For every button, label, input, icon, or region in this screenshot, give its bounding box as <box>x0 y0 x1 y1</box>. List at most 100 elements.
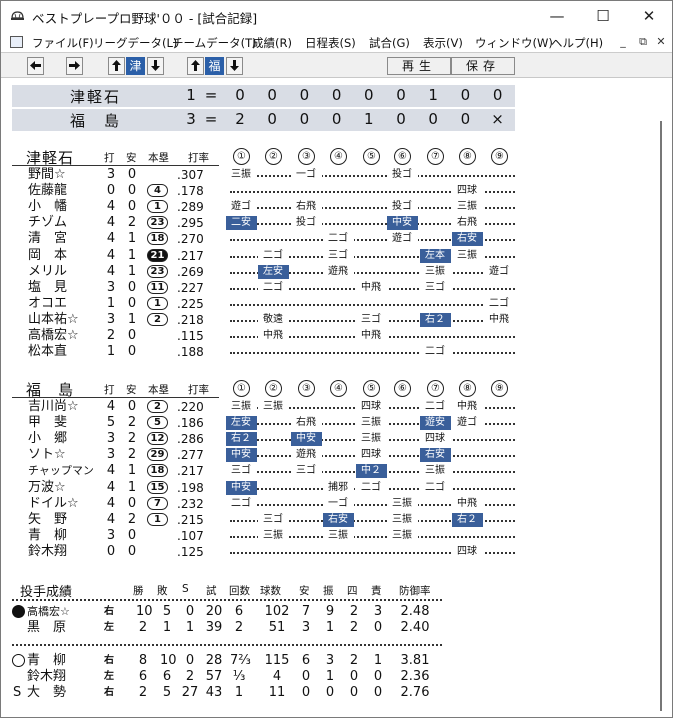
home-run-count: 2 <box>147 400 168 413</box>
home-up-button[interactable] <box>187 57 204 75</box>
menu-view[interactable]: 表示(V) <box>423 35 463 51</box>
away-up-button[interactable] <box>108 57 125 75</box>
player-name: 岡 本 <box>28 247 68 263</box>
home-run-count: 29 <box>147 448 168 462</box>
pitcher-row[interactable]: S大 勢右 2 5 27 43 1 11 0 0 0 0 2.76 <box>1 685 672 701</box>
scoreboard-inning-score: 0 <box>235 86 245 104</box>
menu-team-data[interactable]: チームデータ(T) <box>172 35 257 51</box>
pitcher-row[interactable]: 青 柳 右 8 10 0 28 7⅔ 115 6 3 2 1 3.81 <box>1 653 672 669</box>
save-button[interactable]: 保存 <box>451 57 515 75</box>
pitching-stat: 2 <box>138 685 148 700</box>
menu-schedule[interactable]: 日程表(S) <box>305 35 356 51</box>
at-bats: 4 <box>106 511 116 527</box>
inning-header: ⑧ <box>459 148 476 165</box>
at-bats: 0 <box>106 183 116 199</box>
at-bat-result: 三ゴ <box>419 280 451 295</box>
at-bat-result: 三振 <box>419 464 451 479</box>
menu-game[interactable]: 試合(G) <box>369 35 410 51</box>
away-down-button[interactable] <box>147 57 164 75</box>
close-button[interactable]: ✕ <box>626 1 672 32</box>
pitching-stat: 0 <box>185 604 195 619</box>
pitching-stat: 0 <box>301 669 311 684</box>
at-bats: 4 <box>106 263 116 279</box>
table-row[interactable]: 塩 見 3 0 11 .227 二ゴ 中飛 三ゴ <box>1 280 672 296</box>
table-row[interactable]: チゾム 4 2 23 .295 二安 投ゴ 中安 右飛 <box>1 215 672 231</box>
next-arrow-button[interactable] <box>66 57 83 75</box>
at-bat-result: 中飛 <box>451 400 483 414</box>
table-row[interactable]: 松本直 1 0 .188 二ゴ <box>1 344 672 360</box>
hits: 2 <box>127 431 137 447</box>
table-row[interactable]: 万波☆ 4 1 15.198 中安 捕邪 二ゴ 二ゴ <box>1 480 672 496</box>
scoreboard-inning-score: 0 <box>428 110 438 128</box>
at-bat-result: 遊飛 <box>290 448 322 463</box>
pitching-stat: 28 <box>205 653 223 668</box>
player-name: 小 郷 <box>28 431 68 447</box>
table-row[interactable]: 山本祐☆ 3 1 2 .218 敬遠 三ゴ 右２ 中飛 <box>1 312 672 328</box>
menu-window[interactable]: ウィンドウ(W) <box>475 35 553 51</box>
menu-file[interactable]: ファイル(F) <box>32 35 94 51</box>
menu-league-data[interactable]: リーグデータ(L) <box>93 35 177 51</box>
batting-average: .178 <box>177 184 204 199</box>
scoreboard-inning-score: 0 <box>460 86 471 104</box>
player-name: 山本祐☆ <box>28 311 79 327</box>
scoreboard-inning-score: 0 <box>396 110 406 128</box>
arrow-up-icon <box>191 60 200 71</box>
table-row[interactable]: チャップマン 4 1 18 .217 三ゴ 三ゴ 中２ 三振 <box>1 463 672 479</box>
home-team-chip[interactable]: 福 <box>205 57 224 75</box>
at-bat-result: 左安 <box>257 264 289 279</box>
at-bats: 3 <box>106 167 116 182</box>
at-bat-result: 三振 <box>419 264 451 279</box>
mdi-minimize-button[interactable]: _ <box>615 35 631 49</box>
dotted-separator <box>12 644 442 646</box>
pitching-header: 勝 <box>133 585 144 597</box>
pitching-stat: 7 <box>301 604 311 619</box>
table-row[interactable]: 矢 野 4 2 1 .215 三ゴ 右安 三振 右２ <box>1 512 672 528</box>
table-row[interactable]: 岡 本 4 1 21 .217 二ゴ 三ゴ 左本 三振 <box>1 248 672 264</box>
at-bat-result: 中安 <box>225 480 257 495</box>
menu-help[interactable]: ヘルプ(H) <box>551 35 603 51</box>
menu-records[interactable]: 成績(R) <box>252 35 292 51</box>
table-row[interactable]: 高橋宏☆ 2 0 .115 中飛 中飛 <box>1 328 672 344</box>
batting-average: .215 <box>177 512 204 527</box>
table-row[interactable]: 小 幡 4 0 1 .289 遊ゴ 右飛 投ゴ 三振 <box>1 199 672 215</box>
table-row[interactable]: 野間☆ 3 0 .307 三振 一ゴ 投ゴ <box>1 167 672 183</box>
minimize-button[interactable]: — <box>534 1 580 32</box>
pitching-header: 回数 <box>229 585 250 597</box>
table-row[interactable]: 吉川尚☆ 4 0 2 .220 三振 三振 四球 二ゴ 中飛 <box>1 399 672 415</box>
pitching-stat: 6 <box>138 669 148 684</box>
player-name: 吉川尚☆ <box>28 399 79 414</box>
player-name: 甲 斐 <box>28 415 68 431</box>
hits: 1 <box>127 311 137 327</box>
away-team-chip[interactable]: 津 <box>126 57 145 75</box>
document-icon[interactable] <box>10 36 23 48</box>
header-at-bats: 打 <box>104 384 115 396</box>
table-row[interactable]: 青 柳 3 0 .107 三振 三振 三振 <box>1 528 672 544</box>
table-row[interactable]: ソト☆ 3 2 29 .277 中安 遊飛 四球 右安 <box>1 447 672 463</box>
at-bat-result: 三振 <box>257 528 289 543</box>
table-row[interactable]: 鈴木翔 0 0 .125 四球 <box>1 544 672 560</box>
table-row[interactable]: 清 宮 4 1 18 .270 二ゴ 遊ゴ 右安 <box>1 231 672 247</box>
scoreboard-inning-score: 0 <box>331 110 342 128</box>
home-down-button[interactable] <box>226 57 243 75</box>
at-bat-result: 二ゴ <box>225 496 257 511</box>
arrow-down-icon <box>151 60 160 71</box>
mdi-close-button[interactable]: ✕ <box>653 35 669 49</box>
pitching-stat: 2 <box>234 620 244 635</box>
table-row[interactable]: ドイル☆ 4 0 7 .232 二ゴ 一ゴ 三振 中飛 <box>1 496 672 512</box>
pitching-stat: 10 <box>136 604 153 619</box>
table-row[interactable]: 甲 斐 5 2 5 .186 左安 右飛 三振 遊安 遊ゴ <box>1 415 672 431</box>
table-row[interactable]: オコエ 1 0 1 .225 二ゴ <box>1 296 672 312</box>
pitcher-row[interactable]: 黒 原左 2 1 1 39 2 51 3 1 2 0 2.40 <box>1 620 672 636</box>
table-row[interactable]: 小 郷 3 2 12 .286 右２ 中安 三振 四球 <box>1 431 672 447</box>
mdi-restore-button[interactable]: ⧉ <box>635 35 651 49</box>
prev-arrow-button[interactable] <box>27 57 44 75</box>
hits: 0 <box>127 328 137 343</box>
pitcher-name: 大 勢 <box>27 685 67 700</box>
pitcher-row[interactable]: 高橋宏☆ 右 10 5 0 20 6 102 7 9 2 3 2.48 <box>1 604 672 620</box>
table-row[interactable]: 佐藤龍 0 0 4.178 四球 <box>1 183 672 199</box>
play-button[interactable]: 再生 <box>387 57 451 75</box>
maximize-button[interactable]: ☐ <box>580 1 626 32</box>
pitching-stat: 2 <box>349 604 359 619</box>
pitcher-row[interactable]: 鈴木翔左 6 6 2 57 ⅓ 4 0 1 0 0 2.36 <box>1 669 672 685</box>
table-row[interactable]: メリル 4 1 23 .269 左安 遊飛 三振 遊ゴ <box>1 264 672 280</box>
